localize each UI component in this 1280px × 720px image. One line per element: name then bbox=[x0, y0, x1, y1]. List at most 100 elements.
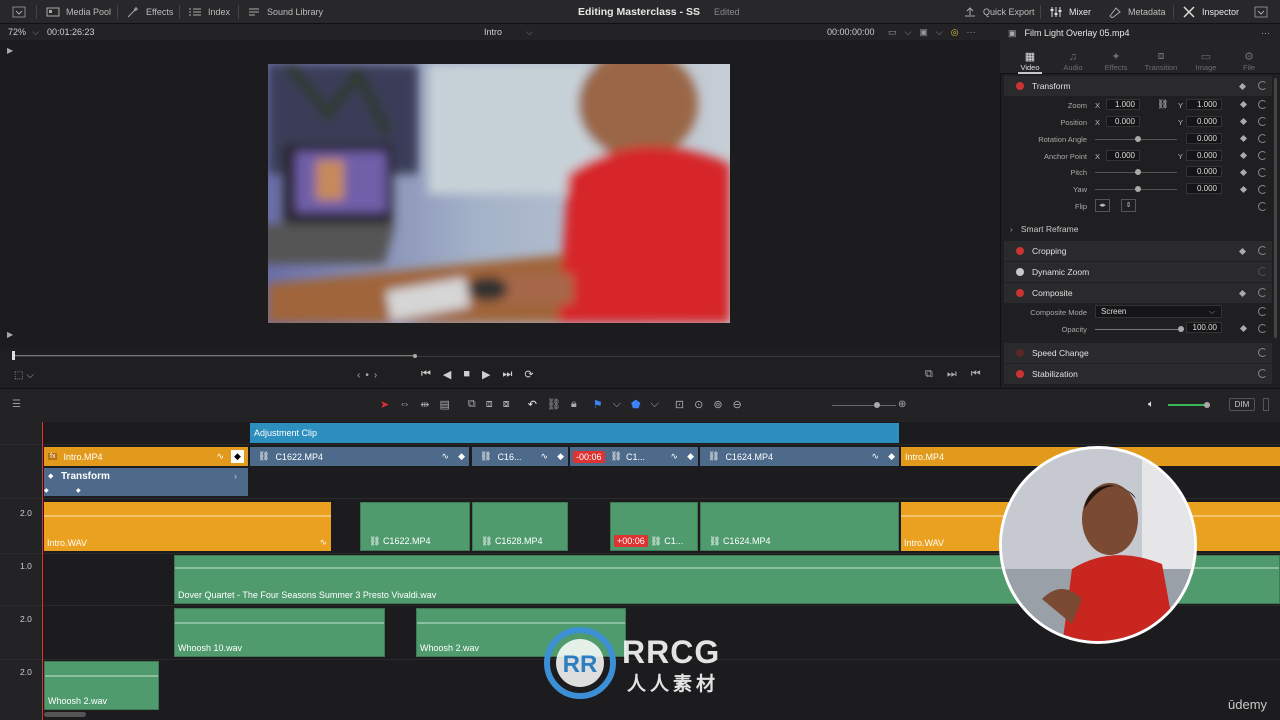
reset-icon[interactable] bbox=[1258, 151, 1267, 160]
blade-tool-icon[interactable]: ▤ bbox=[439, 398, 449, 411]
zoom-custom-icon[interactable]: ⊚ bbox=[713, 398, 722, 411]
pitch-slider-handle[interactable] bbox=[1135, 169, 1141, 175]
enable-toggle-icon[interactable] bbox=[1016, 349, 1024, 357]
opacity-slider[interactable] bbox=[1095, 329, 1181, 330]
tab-effects[interactable]: ✦ Effects bbox=[1094, 44, 1138, 72]
keyframe-icon[interactable] bbox=[1239, 185, 1248, 194]
tab-transition[interactable]: ⧈ Transition bbox=[1139, 44, 1183, 72]
insert-clip-icon[interactable]: ⧉ bbox=[468, 398, 476, 411]
reset-icon[interactable] bbox=[1258, 348, 1267, 357]
zoom-level-dropdown[interactable]: 72% ⌵ bbox=[8, 24, 39, 40]
adjustment-clip[interactable]: Adjustment Clip bbox=[250, 423, 899, 443]
stabilization-section-header[interactable]: Stabilization bbox=[1004, 364, 1272, 384]
reset-icon[interactable] bbox=[1258, 324, 1267, 333]
match-frame-icon[interactable]: ⧉ bbox=[925, 368, 933, 381]
media-pool-button[interactable]: Media Pool bbox=[46, 0, 111, 24]
keyframe-icon[interactable] bbox=[1239, 168, 1248, 177]
audio-clip-c1628[interactable]: ⛓ C1628.MP4 bbox=[472, 502, 568, 551]
opacity-field[interactable]: 100.00 bbox=[1186, 322, 1222, 333]
timeline-name-dropdown[interactable]: Intro ⌵ bbox=[484, 24, 533, 40]
smart-reframe-section[interactable]: › Smart Reframe bbox=[1010, 222, 1272, 236]
reset-icon[interactable] bbox=[1258, 134, 1267, 143]
previous-edit-icon[interactable]: ⏮ bbox=[971, 368, 981, 381]
stop-icon[interactable]: ■ bbox=[463, 368, 470, 381]
viewer-side-toggle-icon[interactable]: ▶ bbox=[7, 46, 13, 55]
video-clip-c16[interactable]: ⛓ C16... ∿ ◆ bbox=[472, 447, 568, 466]
anchor-x-field[interactable]: 0.000 bbox=[1106, 150, 1140, 161]
zoom-detail-icon[interactable]: ⊙ bbox=[694, 398, 703, 411]
reset-icon[interactable] bbox=[1258, 267, 1267, 276]
tab-video[interactable]: ▦ Video bbox=[1008, 44, 1052, 74]
timeline-zoom-handle[interactable] bbox=[874, 402, 880, 408]
reset-icon[interactable] bbox=[1258, 202, 1267, 211]
timeline-options-icon[interactable]: ☰ bbox=[12, 399, 21, 410]
rotation-slider-handle[interactable] bbox=[1135, 136, 1141, 142]
flip-vertical-icon[interactable]: ⇕ bbox=[1121, 199, 1136, 212]
zoom-x-field[interactable]: 1.000 bbox=[1106, 99, 1140, 110]
metadata-button[interactable]: Metadata bbox=[1108, 0, 1166, 24]
audio-clip-whoosh10[interactable]: Whoosh 10.wav bbox=[174, 608, 385, 657]
snapping-icon[interactable]: ↶ bbox=[528, 398, 537, 411]
selection-tool-icon[interactable]: ➤ bbox=[380, 398, 389, 411]
tab-audio[interactable]: ♫ Audio bbox=[1051, 44, 1095, 72]
yaw-slider-handle[interactable] bbox=[1135, 186, 1141, 192]
scrub-playhead[interactable] bbox=[12, 351, 15, 360]
video-clip-c1622[interactable]: ⛓ C1622.MP4 ∿ ◆ bbox=[250, 447, 469, 466]
panel-toggle-button[interactable] bbox=[12, 0, 26, 24]
cropping-section-header[interactable]: Cropping bbox=[1004, 241, 1272, 261]
keyframe-icon[interactable] bbox=[1238, 247, 1247, 256]
mixer-button[interactable]: Mixer bbox=[1049, 0, 1091, 24]
inspector-scrollbar[interactable] bbox=[1274, 78, 1277, 338]
reset-icon[interactable] bbox=[1258, 168, 1267, 177]
replace-clip-icon[interactable]: ⧇ bbox=[503, 398, 510, 411]
more-options-icon[interactable]: ··· bbox=[1261, 28, 1270, 38]
window-menu-button[interactable] bbox=[1254, 0, 1268, 24]
zoom-in-icon[interactable]: ⊕ bbox=[898, 399, 906, 410]
reset-icon[interactable] bbox=[1258, 100, 1267, 109]
view-mode-icon[interactable]: ⬚ ⌵ bbox=[14, 370, 34, 381]
audio-clip-c1[interactable]: +00:06 ⛓ C1... bbox=[610, 502, 698, 551]
scrub-track[interactable] bbox=[14, 356, 1000, 357]
video-clip-c1[interactable]: -00:06 ⛓ C1... ∿ ◆ bbox=[570, 447, 698, 466]
tab-image[interactable]: ▭ Image bbox=[1184, 44, 1228, 72]
reset-icon[interactable] bbox=[1258, 307, 1267, 316]
speed-change-section-header[interactable]: Speed Change bbox=[1004, 343, 1272, 363]
timeline-zoom-slider[interactable] bbox=[832, 405, 896, 406]
audio-clip-whoosh2-a4[interactable]: Whoosh 2.wav bbox=[44, 661, 159, 710]
keyframe-icon[interactable] bbox=[1239, 100, 1248, 109]
zoom-full-icon[interactable]: ⊡ bbox=[675, 398, 684, 411]
sound-library-button[interactable]: Sound Library bbox=[247, 0, 323, 24]
position-x-field[interactable]: 0.000 bbox=[1106, 116, 1140, 127]
trim-tool-icon[interactable]: ⇔ bbox=[399, 398, 410, 411]
master-volume-handle[interactable] bbox=[1204, 402, 1210, 408]
keyframe-icon[interactable] bbox=[1239, 134, 1248, 143]
keyframe-icon[interactable] bbox=[1238, 82, 1247, 91]
project-menu-chevron[interactable]: ⌵ bbox=[693, 0, 699, 24]
dim-button[interactable]: DIM bbox=[1229, 398, 1255, 411]
timeline-horizontal-scrollbar[interactable] bbox=[44, 712, 86, 717]
reset-icon[interactable] bbox=[1258, 288, 1267, 297]
yaw-field[interactable]: 0.000 bbox=[1186, 183, 1222, 194]
skip-to-end-icon[interactable]: ⏭ bbox=[503, 368, 513, 381]
rotation-field[interactable]: 0.000 bbox=[1186, 133, 1222, 144]
dynamic-trim-icon[interactable]: ⇹ bbox=[420, 398, 429, 411]
enable-toggle-icon[interactable] bbox=[1016, 370, 1024, 378]
zoom-out-icon[interactable]: ⊖ bbox=[733, 398, 742, 411]
tab-file[interactable]: ⚙ File bbox=[1227, 44, 1271, 72]
enable-toggle-icon[interactable] bbox=[1016, 247, 1024, 255]
viewer-options[interactable]: ▭ ⌵ ▣ ⌵ ◎ ··· bbox=[888, 24, 976, 40]
reset-icon[interactable] bbox=[1258, 81, 1267, 90]
overwrite-clip-icon[interactable]: ⧈ bbox=[486, 398, 493, 411]
audio-clip-c1622[interactable]: ⛓ C1622.MP4 bbox=[360, 502, 470, 551]
index-button[interactable]: Index bbox=[188, 0, 230, 24]
keyframe-icon[interactable] bbox=[1239, 117, 1248, 126]
skip-to-start-icon[interactable]: ⏮ bbox=[421, 368, 431, 381]
enable-toggle-icon[interactable] bbox=[1016, 82, 1024, 90]
composite-section-header[interactable]: Composite bbox=[1004, 283, 1272, 303]
quick-export-button[interactable]: Quick Export bbox=[963, 0, 1035, 24]
reset-icon[interactable] bbox=[1258, 117, 1267, 126]
linked-selection-icon[interactable]: ⛓ bbox=[547, 398, 561, 411]
scrub-marker[interactable] bbox=[413, 354, 417, 358]
audio-clip-intro-wav[interactable]: Intro.WAV ∿ bbox=[44, 502, 331, 551]
reset-icon[interactable] bbox=[1258, 369, 1267, 378]
